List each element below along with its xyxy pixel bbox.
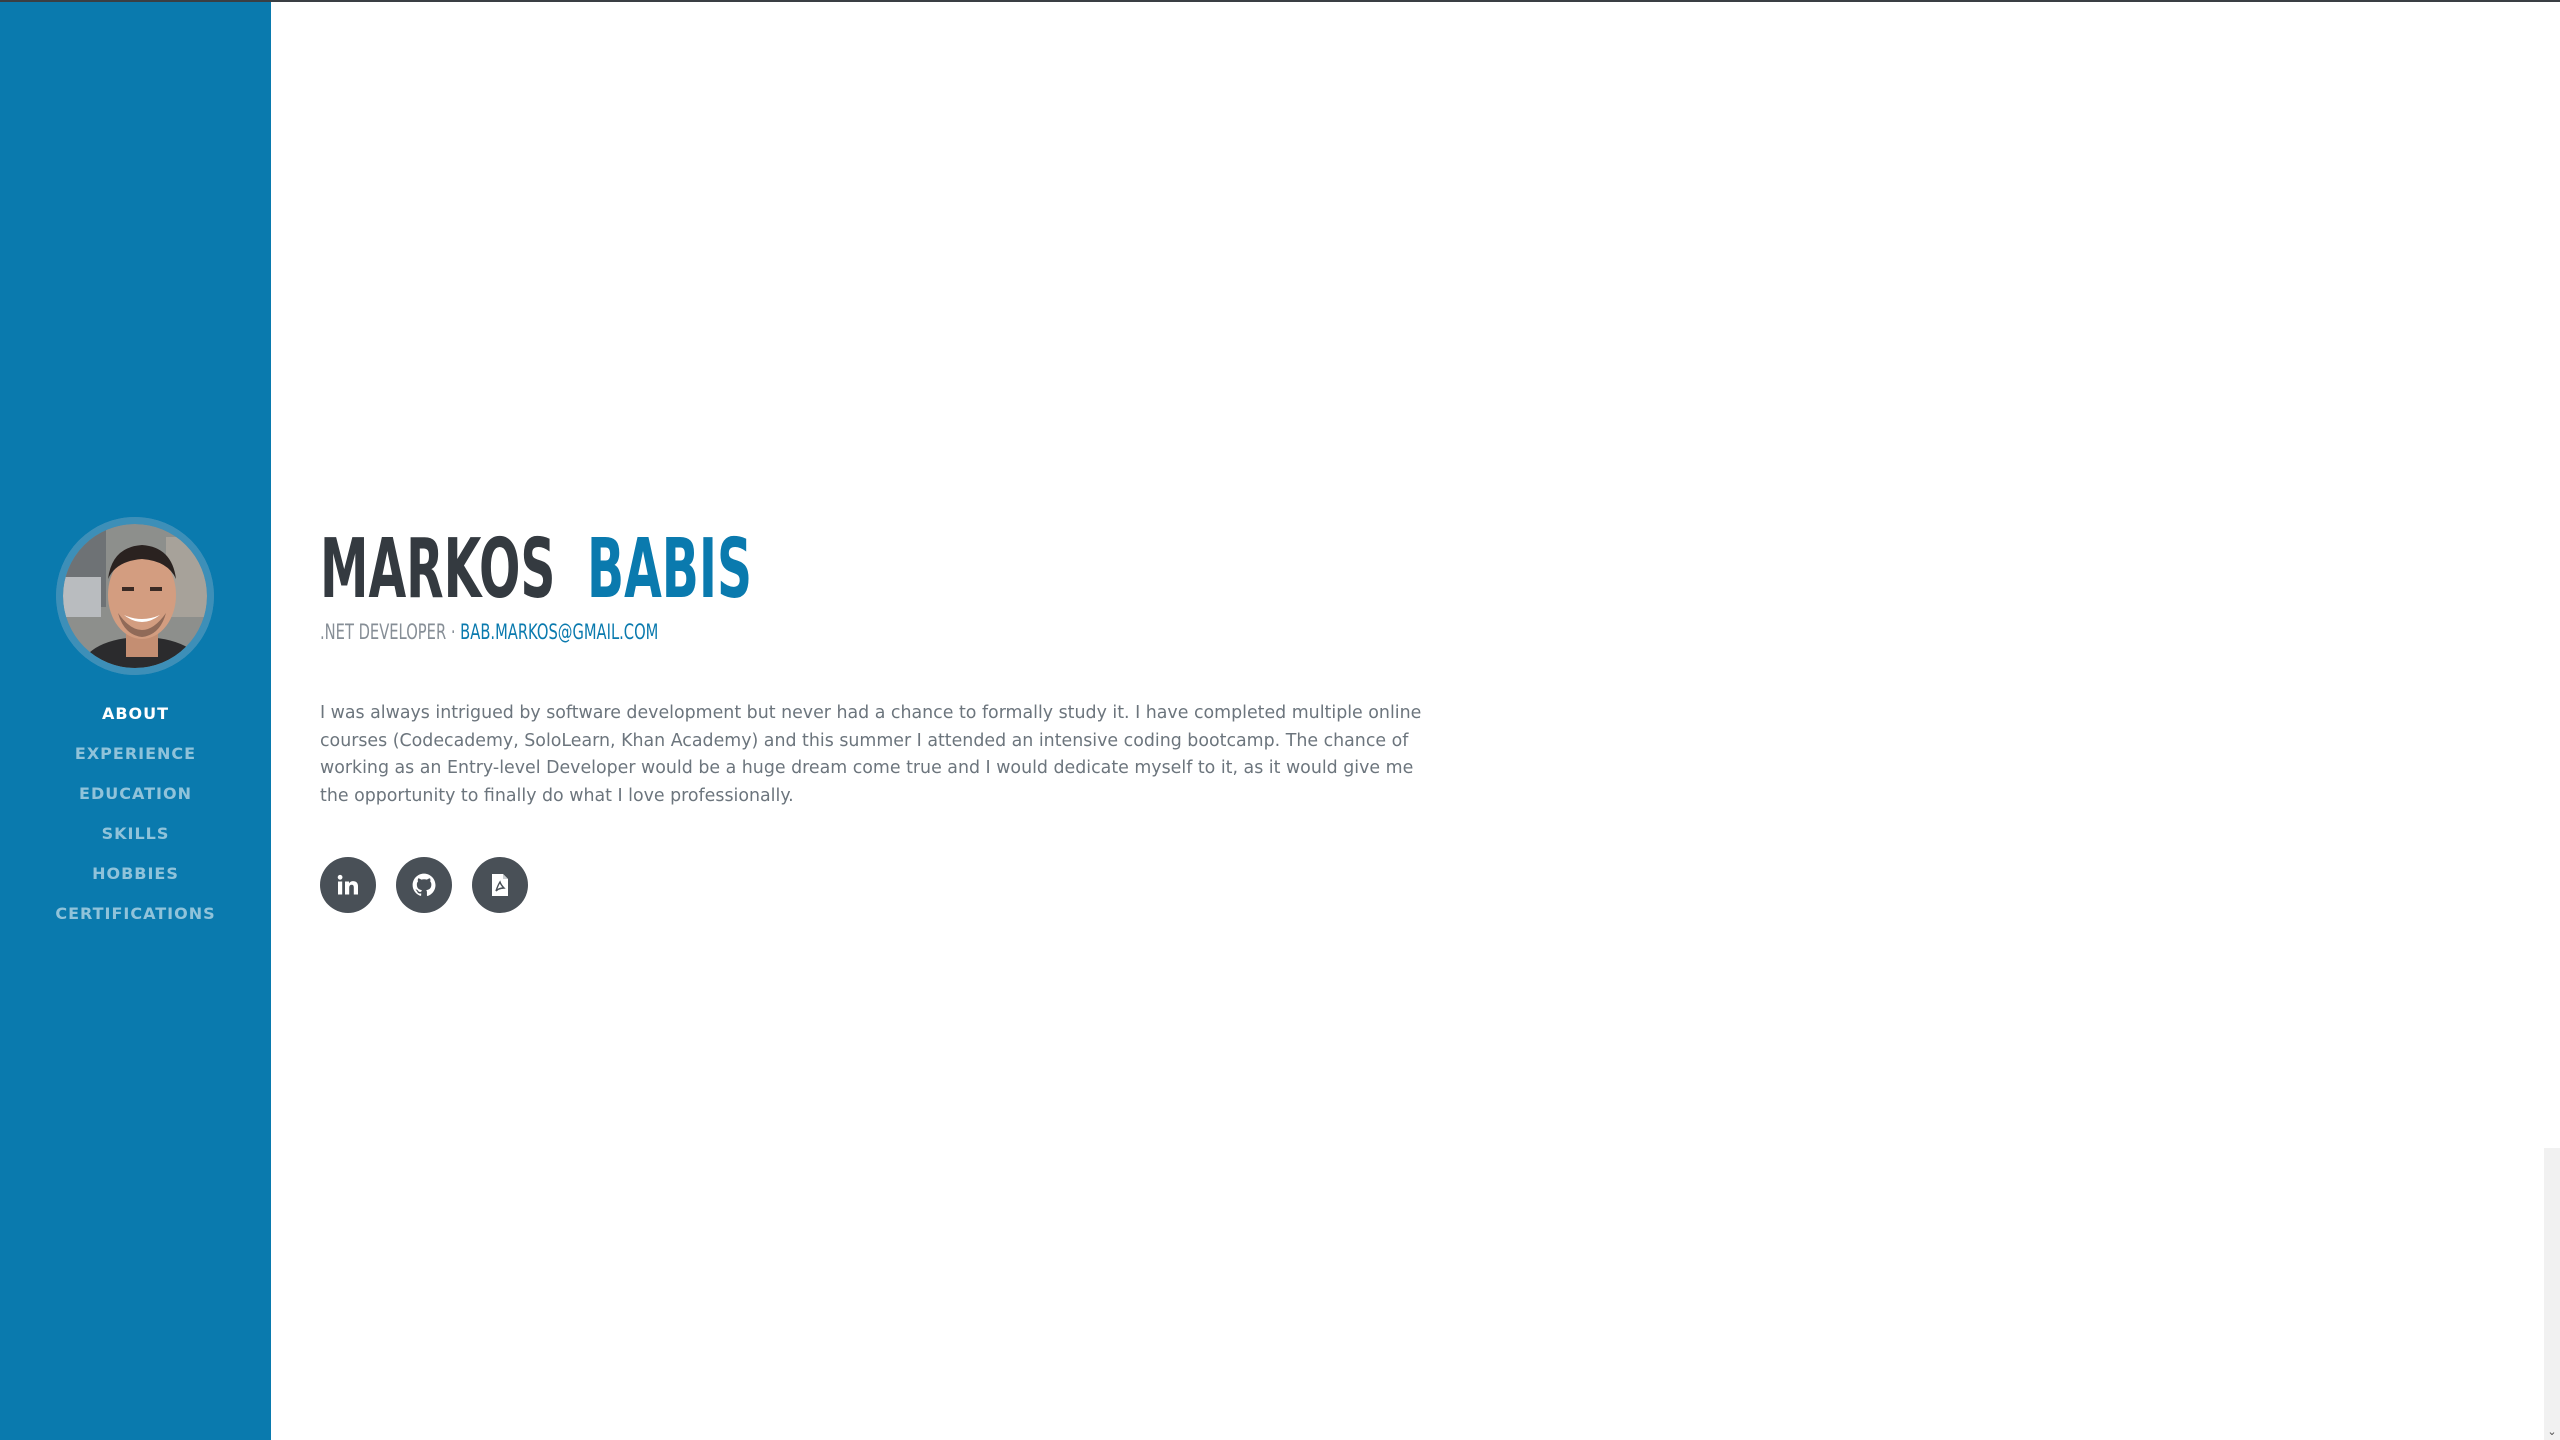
pdf-file-icon	[492, 874, 508, 896]
nav-item-hobbies[interactable]: HOBBIES	[0, 862, 271, 902]
nav-item-about[interactable]: ABOUT	[0, 702, 271, 742]
social-icons	[320, 857, 548, 913]
resume-pdf-button[interactable]	[472, 857, 528, 913]
first-name: MARKOS	[320, 522, 556, 617]
linkedin-icon	[337, 874, 358, 895]
linkedin-button[interactable]	[320, 857, 376, 913]
last-name-wrap: BABIS	[587, 520, 837, 620]
github-button[interactable]	[396, 857, 452, 913]
github-icon	[412, 873, 436, 896]
job-title: .NET DEVELOPER	[320, 620, 447, 644]
nav-item-certifications[interactable]: CERTIFICATIONS	[0, 902, 271, 942]
profile-photo	[56, 517, 214, 675]
nav-item-skills[interactable]: SKILLS	[0, 822, 271, 862]
email-link[interactable]: BAB.MARKOS@GMAIL.COM	[460, 620, 658, 644]
about-section: MARKOS BABIS .NET DEVELOPER · BAB.MARKOS…	[320, 0, 1520, 1440]
sidebar: ABOUT EXPERIENCE EDUCATION SKILLS HOBBIE…	[0, 2, 271, 1440]
about-description: I was always intrigued by software devel…	[320, 703, 1422, 806]
separator: ·	[446, 620, 461, 644]
scroll-down-icon[interactable]: ⌄	[2546, 1426, 2558, 1438]
nav-item-experience[interactable]: EXPERIENCE	[0, 742, 271, 782]
scrollbar[interactable]: ⌄	[2544, 1148, 2560, 1440]
nav-item-education[interactable]: EDUCATION	[0, 782, 271, 822]
page: ABOUT EXPERIENCE EDUCATION SKILLS HOBBIE…	[0, 0, 2560, 1440]
profile-avatar	[56, 517, 214, 675]
subheading: .NET DEVELOPER · BAB.MARKOS@GMAIL.COM	[320, 617, 658, 647]
sidebar-nav: ABOUT EXPERIENCE EDUCATION SKILLS HOBBIE…	[0, 702, 271, 942]
last-name: BABIS	[587, 522, 753, 617]
